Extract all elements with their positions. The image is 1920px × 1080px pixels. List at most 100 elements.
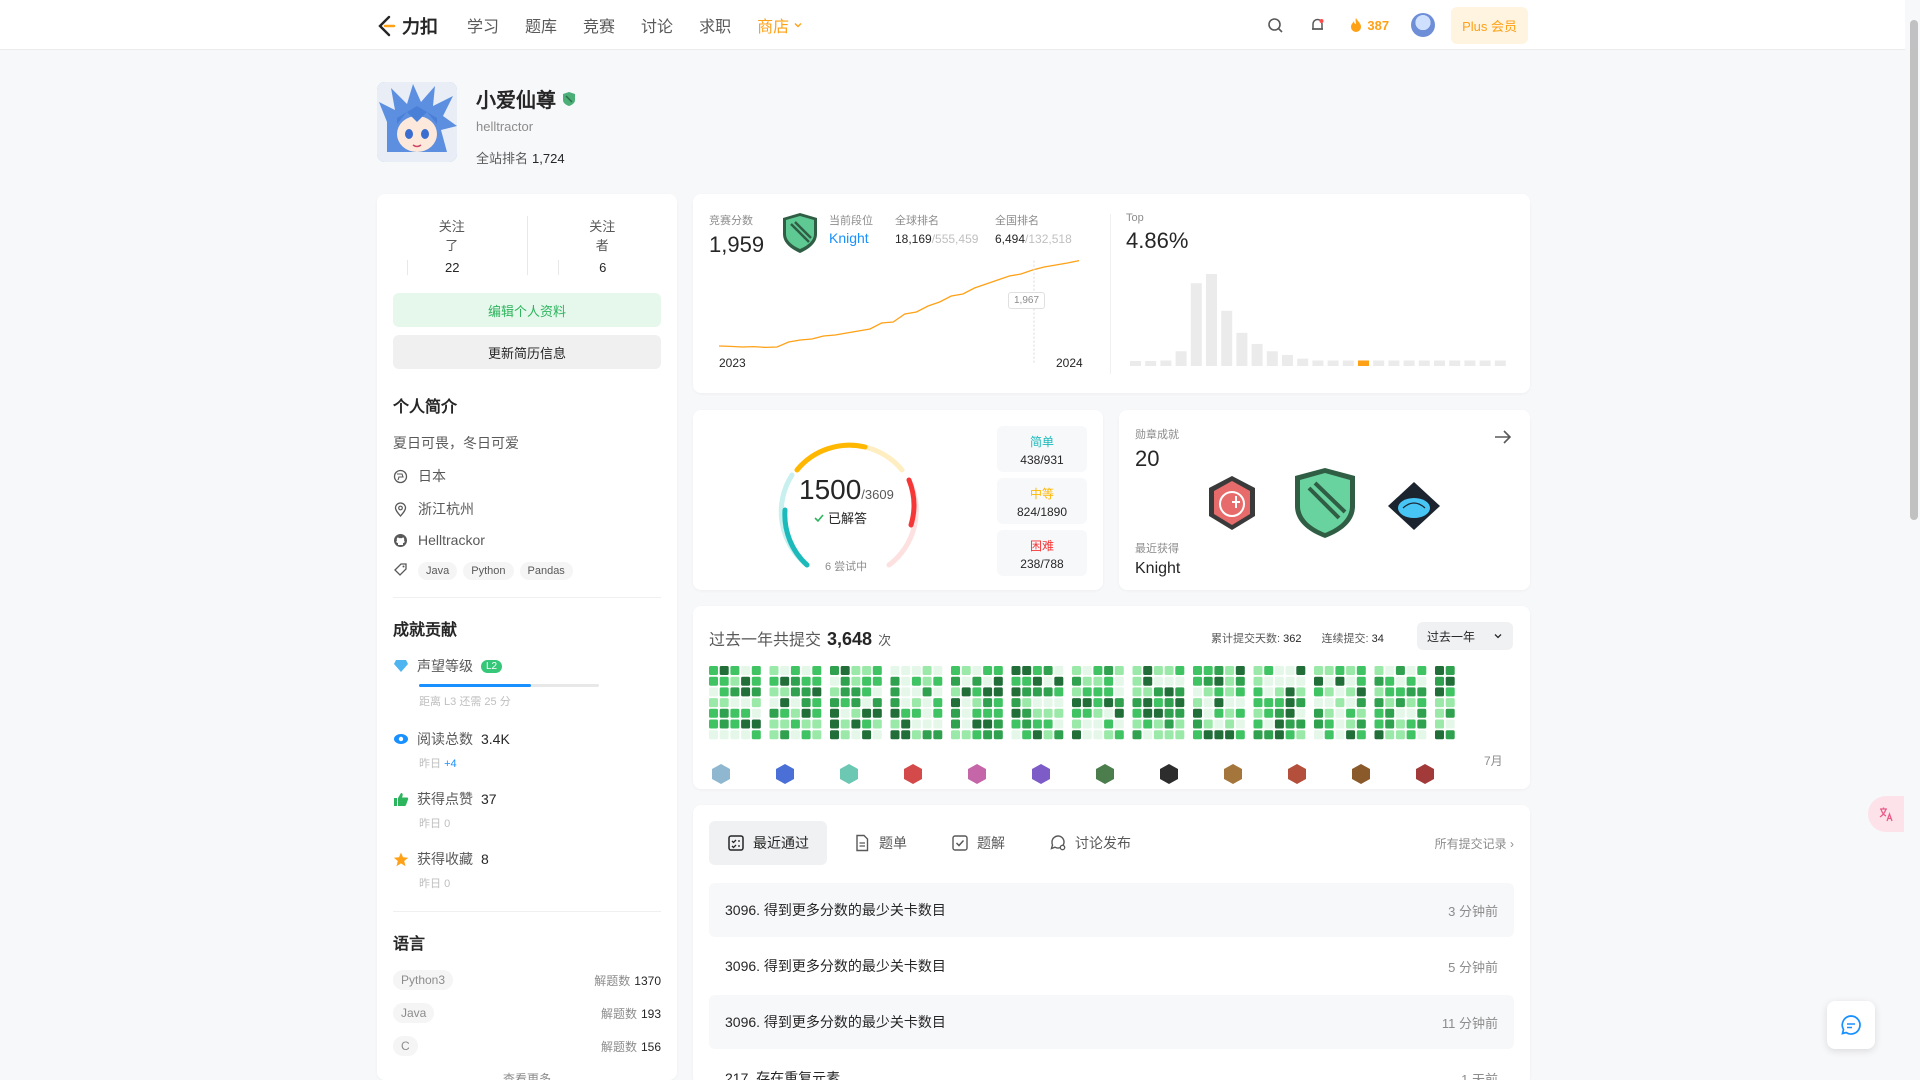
heatmap-cell xyxy=(1022,666,1032,675)
nav-item-store-label: 商店 xyxy=(757,19,790,36)
heatmap-cell xyxy=(933,719,943,729)
heatmap-cell xyxy=(1032,676,1042,686)
distribution-bar xyxy=(1130,361,1141,366)
heatmap-cell xyxy=(1104,708,1114,718)
avatar[interactable] xyxy=(377,82,457,162)
hard-stat[interactable]: 困难 238/788 xyxy=(997,530,1087,576)
github-row[interactable]: Helltrackor xyxy=(393,532,661,548)
heatmap-cell xyxy=(1445,698,1455,708)
easy-stat[interactable]: 简单 438/931 xyxy=(997,426,1087,472)
country-text: 日本 xyxy=(418,468,446,484)
edit-profile-button[interactable]: 编辑个人资料 xyxy=(393,293,661,327)
heatmap-cell xyxy=(901,698,911,708)
bell-icon[interactable] xyxy=(1307,15,1327,35)
heatmap-cell xyxy=(1296,698,1306,708)
tab-problem-list[interactable]: 题单 xyxy=(835,821,925,865)
heatmap-cell xyxy=(1022,687,1032,697)
heatmap-cell xyxy=(780,676,790,686)
heatmap-cell xyxy=(1395,708,1405,718)
rating-line-chart[interactable] xyxy=(719,254,1089,364)
tab-recent-ac[interactable]: 最近通过 xyxy=(709,821,827,865)
chart-x-start: 2023 xyxy=(719,356,746,370)
heatmap-cell xyxy=(1011,666,1021,675)
submission-row[interactable]: 3096. 得到更多分数的最少关卡数目 3 分钟前 xyxy=(709,883,1514,937)
following-label: 关注了 xyxy=(438,219,465,253)
nav-item-learn[interactable]: 学习 xyxy=(467,13,499,37)
heatmap-cell xyxy=(1032,730,1042,740)
contest-rating-card: 竞赛分数 1,959 当前段位 Knight 全球排名 18,169/555,4… xyxy=(693,194,1530,393)
heatmap-cell xyxy=(790,708,800,718)
distribution-bar xyxy=(1494,360,1506,366)
heatmap-cell xyxy=(1435,666,1444,675)
arrow-right-icon[interactable] xyxy=(1492,426,1514,448)
heatmap-cell xyxy=(851,676,861,686)
heatmap-cell xyxy=(1253,698,1263,708)
submission-row[interactable]: 3096. 得到更多分数的最少关卡数目 5 分钟前 xyxy=(709,939,1514,993)
heatmap-cell xyxy=(1374,698,1384,708)
solved-label-row: 已解答 xyxy=(813,508,867,527)
all-submissions-link[interactable]: 所有提交记录 › xyxy=(1435,835,1514,852)
eye-icon xyxy=(394,734,408,744)
submission-heatmap[interactable] xyxy=(709,666,1519,786)
heatmap-cell xyxy=(1235,676,1245,686)
national-rank-block: 全国排名 6,494/132,518 xyxy=(995,212,1072,246)
range-select[interactable]: 过去一年 xyxy=(1417,622,1513,650)
followers-stat[interactable]: 关注者 6 xyxy=(526,216,678,275)
submission-row[interactable]: 217. 存在重复元素 1 天前 xyxy=(709,1051,1514,1080)
heatmap-cell xyxy=(790,698,800,708)
heatmap-cell xyxy=(1296,687,1306,697)
nav-item-discuss[interactable]: 讨论 xyxy=(641,13,673,37)
monthly-badge-icon xyxy=(712,764,730,784)
rating-distribution-chart[interactable] xyxy=(1130,274,1510,370)
heatmap-cell xyxy=(812,730,822,740)
knight-badge-icon xyxy=(783,213,817,253)
heatmap-cell xyxy=(1193,676,1202,686)
monthly-badge-icon xyxy=(1352,764,1370,784)
following-stat[interactable]: 关注了 22 xyxy=(377,216,527,275)
nav-item-jobs[interactable]: 求职 xyxy=(699,13,731,37)
monthly-badge-icon xyxy=(776,764,794,784)
submission-title: 3096. 得到更多分数的最少关卡数目 xyxy=(725,958,946,974)
heatmap-cell xyxy=(1153,698,1163,708)
feedback-chat-button[interactable] xyxy=(1827,1001,1875,1049)
search-icon[interactable] xyxy=(1265,15,1285,35)
streak-counter[interactable]: 387 xyxy=(1349,17,1389,33)
monthly-badge-icon xyxy=(1224,764,1242,784)
nav-item-contest[interactable]: 竞赛 xyxy=(583,13,615,37)
heatmap-cell xyxy=(872,719,882,729)
heatmap-cell xyxy=(1314,730,1323,740)
leetcode-logo-icon xyxy=(378,15,396,37)
heatmap-cell xyxy=(790,666,800,675)
views-label: 阅读总数 xyxy=(417,731,473,747)
nav-item-store[interactable]: 商店 xyxy=(757,13,803,37)
nav-item-problems[interactable]: 题库 xyxy=(525,13,557,37)
heatmap-cell xyxy=(1082,730,1092,740)
view-more-languages-link[interactable]: 查看更多 xyxy=(377,1070,677,1080)
heatmap-cell xyxy=(769,698,779,708)
diamond-icon xyxy=(394,660,408,672)
submission-row[interactable]: 3096. 得到更多分数的最少关卡数目 11 分钟前 xyxy=(709,995,1514,1049)
heatmap-cell xyxy=(1264,698,1274,708)
skill-tag: Java xyxy=(418,562,458,580)
user-avatar-small[interactable] xyxy=(1411,13,1436,37)
page-scrollbar[interactable] xyxy=(1910,20,1918,520)
logo[interactable]: 力扣 xyxy=(376,13,438,39)
heatmap-cell xyxy=(830,687,839,697)
followers-count: 6 xyxy=(557,260,648,275)
knight-badge-icon xyxy=(563,91,575,106)
plus-member-button[interactable]: Plus 会员 xyxy=(1451,6,1528,44)
heatmap-cell xyxy=(1406,676,1416,686)
heatmap-cell xyxy=(1445,676,1455,686)
reputation-hint: 距离 L3 还需 25 分 xyxy=(419,696,511,708)
distribution-bar xyxy=(1327,360,1339,366)
heatmap-cell xyxy=(1417,687,1427,697)
tab-discussions[interactable]: 讨论发布 xyxy=(1031,821,1149,865)
tab-solutions[interactable]: 题解 xyxy=(933,821,1023,865)
update-resume-button[interactable]: 更新简历信息 xyxy=(393,335,661,369)
heatmap-cell xyxy=(741,730,751,740)
heatmap-cell xyxy=(1374,676,1384,686)
medium-stat[interactable]: 中等 824/1890 xyxy=(997,478,1087,524)
translate-float-button[interactable] xyxy=(1868,796,1904,832)
heatmap-cell xyxy=(1235,730,1245,740)
main-nav: 学习 题库 竞赛 讨论 求职 商店 xyxy=(467,0,803,50)
